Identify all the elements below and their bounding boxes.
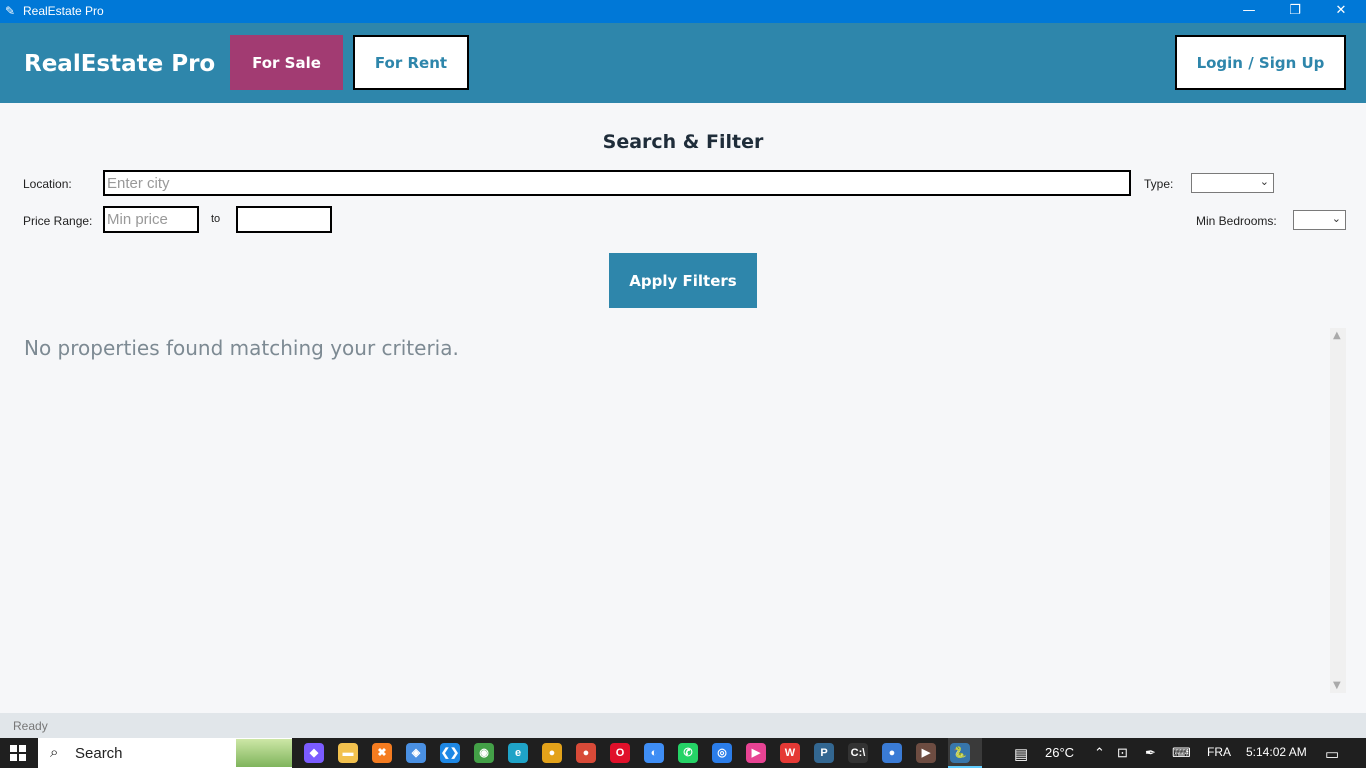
minimize-button[interactable]: — [1226,0,1272,23]
location-label: Location: [23,177,72,191]
postgres-icon[interactable]: P [814,743,834,763]
terminal-icon[interactable]: C:\ [848,743,868,763]
scroll-up-icon[interactable]: ▲ [1333,330,1341,341]
brand-title: RealEstate Pro [24,51,216,77]
app-header: RealEstate Pro For Sale For Rent Login /… [0,23,1366,103]
media-icon[interactable]: ▶ [916,743,936,763]
chrome-icon[interactable]: ● [576,743,596,763]
search-highlight-image [236,739,292,767]
app-icon[interactable]: ◐ [644,743,664,763]
app-icon[interactable]: ◉ [474,743,494,763]
clock[interactable]: 5:14:02 AM [1246,745,1307,759]
app-icon[interactable]: ◈ [406,743,426,763]
whatsapp-icon[interactable]: ✆ [678,743,698,763]
max-price-input[interactable] [236,206,332,233]
language-indicator[interactable]: FRA [1207,745,1231,759]
keyboard-icon[interactable]: ⌨ [1172,745,1191,761]
chrome-icon[interactable]: ● [542,743,562,763]
taskbar-search[interactable]: ⌕ Search [38,738,292,768]
location-input[interactable] [103,170,1131,196]
search-filter-title: Search & Filter [602,131,764,153]
chevron-down-icon: ⌄ [1259,175,1269,188]
opera-icon[interactable]: O [610,743,630,763]
notification-icon[interactable]: ▭ [1325,745,1339,763]
type-select[interactable]: ⌄ [1191,173,1274,193]
network-icon[interactable]: ⊡ [1117,745,1128,761]
feather-icon: ✎ [5,4,16,18]
taskbar-search-label: Search [75,745,123,762]
scroll-down-icon[interactable]: ▼ [1333,680,1341,691]
for-sale-button[interactable]: For Sale [230,35,343,90]
weather-text[interactable]: 26°C [1045,745,1074,760]
results-scrollbar[interactable]: ▲ ▼ [1330,328,1346,693]
python-icon[interactable]: 🐍 [950,743,970,763]
chevron-up-icon[interactable]: ⌃ [1094,745,1105,761]
status-bar: Ready [0,713,1366,738]
type-label: Type: [1144,177,1174,191]
apply-filters-button[interactable]: Apply Filters [609,253,757,308]
min-price-input[interactable] [103,206,199,233]
xampp-icon[interactable]: ✖ [372,743,392,763]
wps-icon[interactable]: W [780,743,800,763]
file-explorer-icon[interactable]: ▬ [338,743,358,763]
news-icon[interactable]: ▤ [1014,745,1028,763]
login-signup-button[interactable]: Login / Sign Up [1175,35,1346,90]
min-bedrooms-select[interactable]: ⌄ [1293,210,1346,230]
edge-icon[interactable]: e [508,743,528,763]
maximize-button[interactable]: ❐ [1272,0,1318,23]
app-icon[interactable]: ▶ [746,743,766,763]
start-button[interactable] [10,745,26,761]
windows-taskbar: ⌕ Search ◆ ▬ ✖ ◈ ❮❯ ◉ e ● ● O ◐ ✆ ◎ ▶ W P C:\ ● ▶ 🐍 ▤ 26°C … [0,738,1366,768]
chrome-icon[interactable]: ● [882,743,902,763]
window-titlebar: ✎ RealEstate Pro — ❐ ✕ [0,0,1366,23]
price-to-label: to [211,213,221,225]
vscode-icon[interactable]: ❮❯ [440,743,460,763]
copilot-icon[interactable]: ◆ [304,743,324,763]
window-title: RealEstate Pro [23,4,104,18]
pen-icon[interactable]: ✒ [1145,745,1156,761]
status-text: Ready [13,719,48,733]
min-bedrooms-label: Min Bedrooms: [1196,214,1277,228]
empty-results-message: No properties found matching your criter… [24,336,459,360]
price-range-label: Price Range: [23,214,93,228]
app-icon[interactable]: ◎ [712,743,732,763]
search-icon: ⌕ [50,744,59,761]
chevron-down-icon: ⌄ [1331,212,1341,225]
for-rent-button[interactable]: For Rent [353,35,469,90]
close-button[interactable]: ✕ [1318,0,1364,23]
